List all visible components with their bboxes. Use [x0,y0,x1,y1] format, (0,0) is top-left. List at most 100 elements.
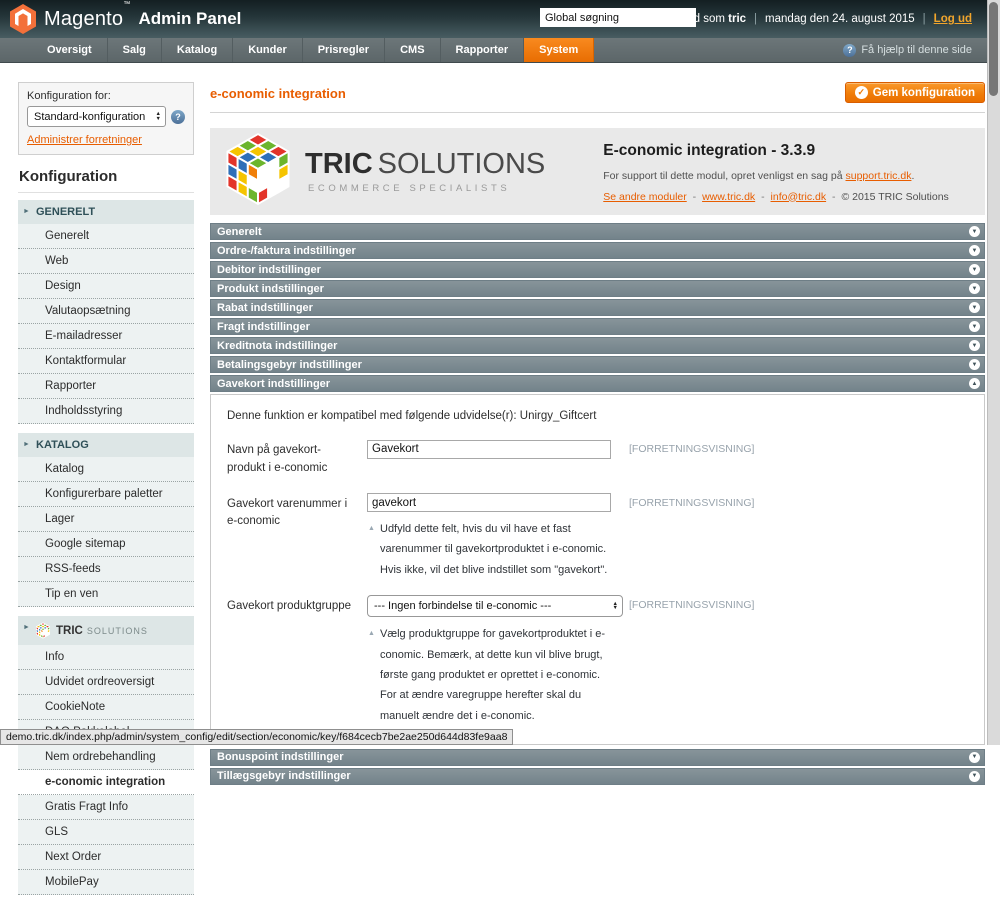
chevron-down-icon [969,752,980,763]
check-circle-icon [855,86,868,99]
sidebar-item-udvidet-ordreoversigt[interactable]: Udvidet ordreoversigt [18,670,194,695]
support-line: For support til dette modul, opret venli… [603,170,949,182]
module-title: E-conomic integration - 3.3.9 [603,142,949,160]
scrollbar-track[interactable] [987,0,1000,745]
nav-tab-rapporter[interactable]: Rapporter [441,38,525,62]
section-bar-generelt[interactable]: Generelt [210,223,985,240]
scrollbar-thumb[interactable] [989,2,998,96]
sidebar-item-design[interactable]: Design [18,274,194,299]
select-stepper-icon [613,602,618,611]
other-modules-link[interactable]: Se andre moduler [603,191,686,203]
sidebar-item-info[interactable]: Info [18,645,194,670]
section-bar-rabat[interactable]: Rabat indstillinger [210,299,985,316]
chevron-down-icon [969,226,980,237]
sidebar-item-lager[interactable]: Lager [18,507,194,532]
section-bar-produkt[interactable]: Produkt indstillinger [210,280,985,297]
sidebar-item-emailadresser[interactable]: E-mailadresser [18,324,194,349]
section-bar-betalingsgebyr[interactable]: Betalingsgebyr indstillinger [210,356,985,373]
scope-help-icon[interactable] [171,110,185,124]
gavekort-navn-input[interactable] [367,440,611,459]
manage-stores-link[interactable]: Administrer forretninger [27,134,142,146]
help-icon [843,44,856,57]
nav-tab-system[interactable]: System [524,38,594,62]
section-bar-fragt[interactable]: Fragt indstillinger [210,318,985,335]
sidebar-item-tip-en-ven[interactable]: Tip en ven [18,582,194,607]
section-header-generelt: GENERELT [18,200,194,224]
chevron-down-icon [969,771,980,782]
sidebar-item-generelt[interactable]: Generelt [18,224,194,249]
sidebar-item-gratis-fragt-info[interactable]: Gratis Fragt Info [18,795,194,820]
chevron-down-icon [969,283,980,294]
magento-logo[interactable]: Magento™ Admin Panel [10,4,241,34]
sidebar-item-google-sitemap[interactable]: Google sitemap [18,532,194,557]
tric-site-link[interactable]: www.tric.dk [702,191,755,203]
module-info: E-conomic integration - 3.3.9 For suppor… [603,141,949,203]
support-link[interactable]: support.tric.dk [846,170,912,182]
help-link[interactable]: Få hjælp til denne side [843,38,972,62]
scope-switcher: Konfiguration for: Standard-konfiguratio… [18,82,194,155]
separator: | [754,13,757,25]
tric-banner: TRICSOLUTIONS ECOMMERCE SPECIALISTS E-co… [210,128,985,215]
nav-tab-cms[interactable]: CMS [385,38,440,62]
nav-tab-katalog[interactable]: Katalog [162,38,233,62]
gavekort-produktgruppe-select[interactable]: --- Ingen forbindelse til e-conomic --- [367,595,623,617]
gavekort-varenummer-input[interactable] [367,493,611,512]
tric-email-link[interactable]: info@tric.dk [771,191,827,203]
section-bar-kreditnota[interactable]: Kreditnota indstillinger [210,337,985,354]
arrow-right-icon [23,208,30,215]
config-sidebar: Konfiguration for: Standard-konfiguratio… [18,82,194,904]
form-row-gavekort-navn: Navn på gavekort-produkt i e-conomic [FO… [227,439,968,478]
scope-badge: [FORRETNINGSVISNING] [629,595,754,726]
scope-select-value: Standard-konfiguration [34,111,145,123]
separator: | [923,13,926,25]
tric-cube-icon [36,622,50,639]
chevron-down-icon [969,321,980,332]
sidebar-item-cookienote[interactable]: CookieNote [18,695,194,720]
sidebar-item-rapporter[interactable]: Rapporter [18,374,194,399]
scope-select[interactable]: Standard-konfiguration [27,106,166,127]
logout-link[interactable]: Log ud [934,13,972,25]
scope-label: Konfiguration for: [27,90,185,102]
scope-badge: [FORRETNINGSVISNING] [629,439,754,478]
section-header-katalog: KATALOG [18,433,194,457]
sidebar-item-kontaktformular[interactable]: Kontaktformular [18,349,194,374]
sidebar-item-konfigurerbare-paletter[interactable]: Konfigurerbare paletter [18,482,194,507]
brand-suffix: Admin Panel [138,9,241,29]
section-bar-bonuspoint[interactable]: Bonuspoint indstillinger [210,749,985,766]
sidebar-item-mobilepay[interactable]: MobilePay [18,870,194,895]
sidebar-item-gls[interactable]: GLS [18,820,194,845]
save-configuration-button[interactable]: Gem konfiguration [845,82,985,103]
sidebar-item-next-order[interactable]: Next Order [18,845,194,870]
sidebar-item-e-conomic-integration[interactable]: e-conomic integration [18,770,194,795]
main-content: e-conomic integration Gem konfiguration [210,82,985,787]
section-bar-gavekort[interactable]: Gavekort indstillinger [210,375,985,392]
chevron-down-icon [969,340,980,351]
magento-logo-icon [10,4,36,34]
nav-tab-salg[interactable]: Salg [108,38,162,62]
scope-badge: [FORRETNINGSVISNING] [629,493,754,581]
nav-tab-prisregler[interactable]: Prisregler [303,38,385,62]
sidebar-item-rss-feeds[interactable]: RSS-feeds [18,557,194,582]
tric-cube-logo [226,131,290,212]
sidebar-heading: Konfiguration [18,155,194,193]
arrow-right-icon [23,624,30,631]
sidebar-item-web[interactable]: Web [18,249,194,274]
nav-tab-oversigt[interactable]: Oversigt [32,38,108,62]
field-note: Vælg produktgruppe for gavekortproduktet… [367,624,617,726]
sidebar-item-katalog[interactable]: Katalog [18,457,194,482]
sidebar-item-valutaopsaetning[interactable]: Valutaopsætning [18,299,194,324]
chevron-down-icon [969,264,980,275]
header-user-info: Logget ind som tric | mandag den 24. aug… [646,13,972,25]
sidebar-item-nem-ordrebehandling[interactable]: Nem ordrebehandling [18,745,194,770]
section-bar-ordre-faktura[interactable]: Ordre-/faktura indstillinger [210,242,985,259]
tric-tagline: ECOMMERCE SPECIALISTS [308,183,545,194]
brand-name: Magento™ [44,8,130,31]
field-label: Navn på gavekort-produkt i e-conomic [227,439,367,478]
trademark: ™ [123,1,130,8]
browser-status-url: demo.tric.dk/index.php/admin/system_conf… [0,729,513,745]
section-bar-tillaegsgebyr[interactable]: Tillægsgebyr indstillinger [210,768,985,785]
chevron-down-icon [969,245,980,256]
section-bar-debitor[interactable]: Debitor indstillinger [210,261,985,278]
sidebar-item-indholdsstyring[interactable]: Indholdsstyring [18,399,194,424]
nav-tab-kunder[interactable]: Kunder [233,38,303,62]
